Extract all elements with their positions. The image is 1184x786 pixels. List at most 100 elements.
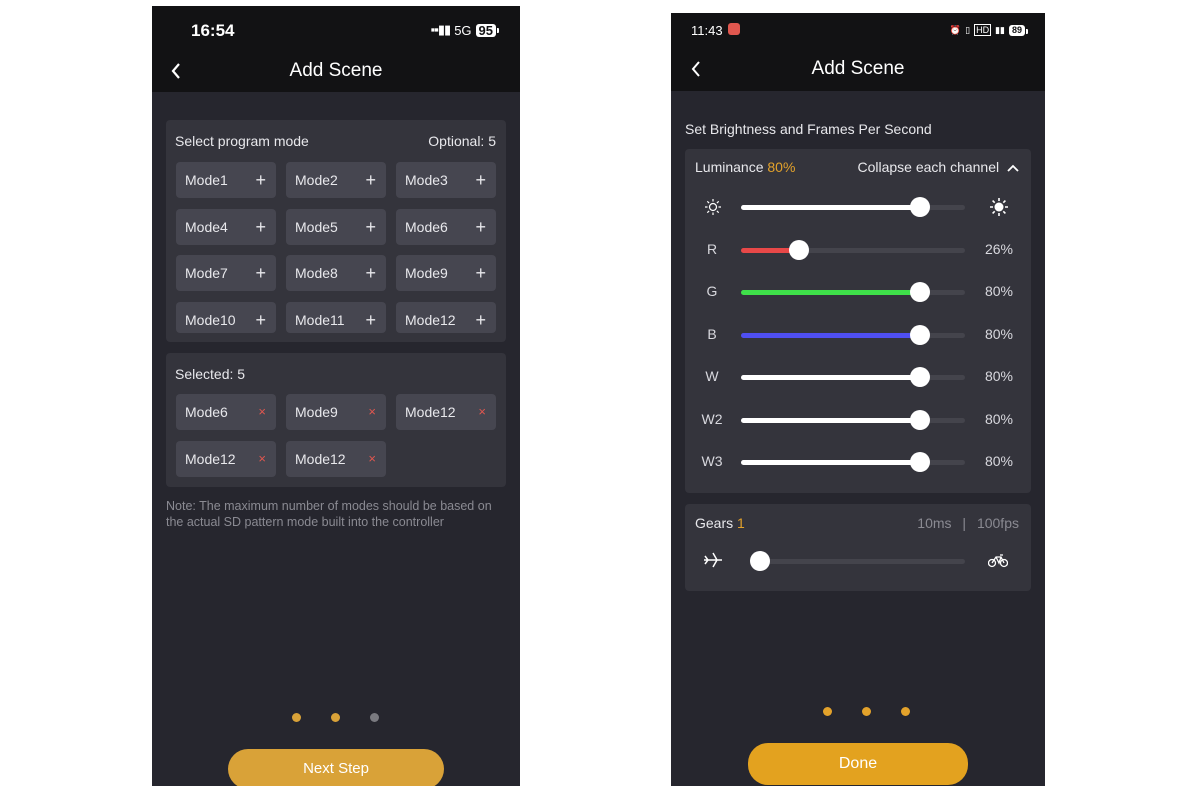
mode-chip-label: Mode7 bbox=[185, 265, 228, 281]
mode-chip[interactable]: Mode10 + bbox=[176, 301, 276, 333]
selected-chip[interactable]: Mode12 × bbox=[176, 441, 276, 477]
add-icon[interactable]: + bbox=[365, 162, 376, 198]
add-icon[interactable]: + bbox=[365, 209, 376, 245]
bicycle-icon bbox=[988, 554, 1008, 568]
mode-chip[interactable]: Mode4 + bbox=[176, 208, 276, 245]
channel-slider[interactable] bbox=[741, 409, 965, 430]
done-button[interactable]: Done bbox=[748, 743, 968, 785]
channel-slider[interactable] bbox=[741, 324, 965, 345]
status-icons: ▪▪▮▮ 5G 95 bbox=[430, 22, 500, 38]
page-indicator bbox=[808, 707, 925, 716]
add-icon[interactable]: + bbox=[475, 209, 486, 245]
gears-fps: 100fps bbox=[976, 515, 1019, 531]
mode-chip[interactable]: Mode1 + bbox=[176, 162, 276, 198]
page-indicator bbox=[277, 713, 394, 722]
gears-title: Gears bbox=[695, 515, 734, 531]
remove-icon[interactable]: × bbox=[478, 394, 486, 430]
channel-label: B bbox=[707, 325, 717, 342]
selected-chip[interactable]: Mode9 × bbox=[286, 394, 386, 430]
add-icon[interactable]: + bbox=[475, 302, 486, 333]
chevron-up-icon bbox=[1007, 164, 1019, 172]
remove-icon[interactable]: × bbox=[368, 394, 376, 430]
add-icon[interactable]: + bbox=[475, 255, 486, 291]
channel-slider-thumb[interactable] bbox=[910, 324, 931, 345]
channel-slider-thumb[interactable] bbox=[910, 282, 931, 302]
gears-speed: 10ms | 100fps bbox=[917, 515, 1019, 531]
mode-chip-label: Mode2 bbox=[295, 172, 338, 188]
page-title: Add Scene bbox=[289, 60, 383, 81]
add-icon[interactable]: + bbox=[255, 255, 266, 291]
channel-slider-fill bbox=[741, 205, 921, 210]
mode-chip-label: Mode11 bbox=[295, 311, 345, 328]
mode-chip[interactable]: Mode9 + bbox=[396, 255, 496, 291]
add-icon[interactable]: + bbox=[475, 162, 486, 198]
channel-percent: 80% bbox=[984, 368, 1013, 384]
add-icon[interactable]: + bbox=[365, 302, 376, 333]
channel-slider-thumb[interactable] bbox=[910, 197, 931, 217]
mode-chip[interactable]: Mode6 + bbox=[396, 208, 496, 245]
channel-slider-thumb[interactable] bbox=[910, 409, 931, 430]
remove-icon[interactable]: × bbox=[258, 394, 266, 430]
note-text: Note: The maximum number of modes should… bbox=[166, 499, 492, 529]
channel-slider[interactable] bbox=[741, 239, 965, 260]
channel-slider[interactable] bbox=[741, 367, 965, 387]
channel-slider-fill bbox=[741, 375, 921, 380]
signal-icon: ▪▪▮▮ bbox=[430, 22, 452, 37]
mode-chip[interactable]: Mode8 + bbox=[286, 255, 386, 291]
selected-chip-label: Mode9 bbox=[295, 404, 338, 420]
gears-ms: 10ms bbox=[917, 515, 952, 531]
add-icon[interactable]: + bbox=[365, 255, 376, 291]
status-time: 11:43 bbox=[691, 23, 723, 38]
channel-slider-fill bbox=[741, 332, 921, 338]
page-dot bbox=[901, 707, 910, 716]
channel-row-w3: W3 80% bbox=[685, 442, 1031, 482]
airplane-icon bbox=[704, 552, 722, 568]
hd-icon: HD bbox=[974, 24, 992, 36]
gears-separator: | bbox=[962, 515, 967, 531]
mode-chip-label: Mode10 bbox=[185, 311, 236, 328]
sun-dim-icon bbox=[705, 199, 721, 215]
channel-slider-fill bbox=[741, 417, 921, 423]
battery-icon: 89 bbox=[1008, 24, 1029, 36]
status-icons: ⏰ ▯ HD ▮▮ 89 bbox=[950, 24, 1029, 36]
mode-chip[interactable]: Mode5 + bbox=[286, 208, 386, 245]
selected-chip[interactable]: Mode12 × bbox=[286, 441, 386, 477]
gears-slider[interactable] bbox=[749, 551, 965, 571]
channel-slider-thumb[interactable] bbox=[910, 452, 931, 472]
signal-icon: ▮▮ bbox=[995, 24, 1005, 35]
remove-icon[interactable]: × bbox=[258, 441, 266, 477]
next-step-button[interactable]: Next Step bbox=[228, 749, 444, 786]
luminance-value: 80% bbox=[767, 159, 796, 175]
right-screen: 11:43 ⏰ ▯ HD ▮▮ 89 Add Scene Set Brightn… bbox=[671, 13, 1045, 786]
selected-chip[interactable]: Mode6 × bbox=[176, 394, 276, 430]
remove-icon[interactable]: × bbox=[368, 441, 376, 477]
channel-slider[interactable] bbox=[741, 452, 965, 472]
collapse-toggle[interactable]: Collapse each channel bbox=[857, 159, 1019, 175]
add-icon[interactable]: + bbox=[255, 209, 266, 245]
mode-chip[interactable]: Mode11 + bbox=[286, 301, 386, 333]
gears-slider-thumb[interactable] bbox=[749, 551, 770, 571]
channel-slider-thumb[interactable] bbox=[910, 367, 931, 387]
channel-label: W3 bbox=[701, 453, 723, 469]
gears-label: Gears 1 bbox=[695, 515, 745, 531]
mode-chip-label: Mode4 bbox=[185, 218, 228, 235]
collapse-label: Collapse each channel bbox=[857, 159, 1000, 175]
mode-chip[interactable]: Mode7 + bbox=[176, 255, 276, 291]
mode-chip[interactable]: Mode3 + bbox=[396, 162, 496, 198]
channel-slider[interactable] bbox=[741, 282, 965, 302]
mode-chip[interactable]: Mode12 + bbox=[396, 301, 496, 333]
gears-value: 1 bbox=[737, 515, 745, 531]
notification-icon bbox=[728, 23, 740, 35]
channel-slider[interactable] bbox=[741, 197, 965, 217]
channel-slider-fill bbox=[741, 290, 921, 295]
page-dot bbox=[370, 713, 379, 722]
channel-row-g: G 80% bbox=[685, 272, 1031, 312]
selected-chip[interactable]: Mode12 × bbox=[396, 394, 496, 430]
mode-chip[interactable]: Mode2 + bbox=[286, 162, 386, 198]
channel-label: W bbox=[705, 368, 719, 384]
add-icon[interactable]: + bbox=[255, 302, 266, 333]
selected-panel: Selected: 5 Mode6 × Mode9 × Mode12 × Mode12 × Mo… bbox=[166, 353, 506, 487]
add-icon[interactable]: + bbox=[255, 162, 266, 198]
channel-row-r: R 26% bbox=[685, 230, 1031, 270]
channel-slider-thumb[interactable] bbox=[789, 239, 810, 260]
